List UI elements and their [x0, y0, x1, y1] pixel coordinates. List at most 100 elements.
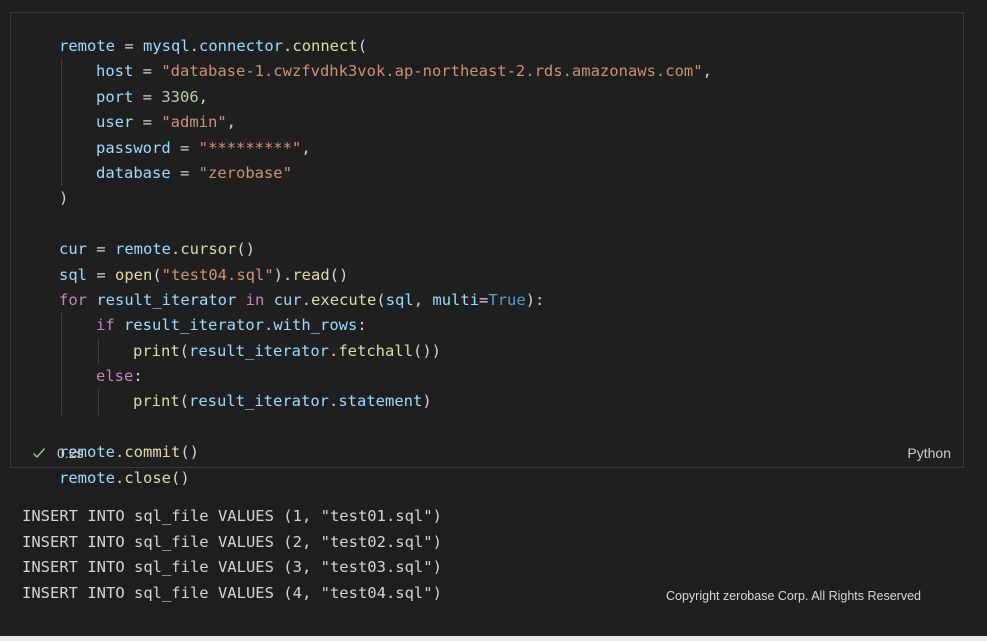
code-token: ):: [525, 290, 545, 309]
code-token: ,: [413, 290, 433, 309]
code-token: with_rows: [273, 316, 358, 335]
code-token: open: [115, 265, 153, 284]
code-token: password: [96, 138, 171, 157]
code-token: =: [133, 62, 162, 81]
indent-guide: [61, 389, 62, 415]
code-cell[interactable]: remote = mysql.connector.connect(host = …: [10, 12, 964, 487]
code-token: "database-1.cwzfvdhk3vok.ap-northeast-2.…: [161, 62, 703, 81]
code-line: remote.close(): [11, 466, 963, 491]
code-token: (: [376, 290, 386, 309]
code-token: =: [87, 240, 115, 259]
code-token: =: [479, 290, 489, 309]
code-token: host: [96, 62, 134, 81]
code-token: cur: [59, 240, 87, 259]
code-token: .: [115, 468, 125, 487]
code-token: ): [422, 392, 432, 411]
cell-status-bar: 0.2s Python: [11, 439, 963, 467]
indent-guide: [61, 313, 62, 339]
language-label[interactable]: Python: [907, 445, 951, 461]
check-icon: [31, 445, 47, 461]
code-editor[interactable]: remote = mysql.connector.connect(host = …: [11, 34, 963, 491]
code-token: .: [329, 341, 339, 360]
code-token: =: [170, 163, 199, 182]
code-token: remote: [59, 37, 115, 55]
code-token: connector: [199, 37, 284, 55]
code-token: for: [59, 290, 87, 309]
code-token: =: [115, 37, 143, 55]
code-token: ): [59, 189, 69, 208]
code-line: for result_iterator in cur.execute(sql, …: [11, 288, 963, 313]
code-token: ,: [301, 138, 311, 157]
code-text: remote.close(): [59, 466, 190, 491]
code-token: execute: [311, 290, 377, 309]
code-token: (: [357, 37, 368, 55]
code-token: connect: [292, 37, 358, 55]
output-line: INSERT INTO sql_file VALUES (3, "test03.…: [22, 558, 442, 577]
code-token: .: [301, 290, 312, 309]
cell-output: INSERT INTO sql_file VALUES (1, "test01.…: [22, 504, 442, 606]
code-line: database = "zerobase": [11, 160, 963, 187]
indent-guide: [98, 338, 99, 365]
code-token: "admin": [161, 113, 227, 132]
code-text: sql = open("test04.sql").read(): [59, 263, 348, 288]
code-token: =: [133, 87, 162, 106]
code-token: :: [133, 367, 143, 386]
bottom-strip: [0, 636, 987, 641]
code-token: =: [133, 113, 162, 132]
code-token: ,: [226, 113, 236, 132]
output-line: INSERT INTO sql_file VALUES (2, "test02.…: [22, 532, 442, 551]
code-token: (): [236, 240, 256, 259]
code-line: else:: [11, 364, 963, 390]
code-token: sql: [59, 265, 87, 284]
code-token: print: [133, 392, 180, 411]
code-token: "zerobase": [198, 163, 292, 182]
code-token: (): [329, 265, 349, 284]
code-text: ): [59, 186, 68, 211]
code-token: ()): [413, 341, 441, 360]
code-token: .: [283, 37, 293, 55]
code-token: print: [133, 341, 180, 360]
code-token: ,: [198, 87, 208, 106]
output-line: INSERT INTO sql_file VALUES (4, "test04.…: [22, 583, 442, 602]
code-token: .: [189, 37, 200, 55]
code-token: port: [96, 87, 134, 106]
code-token: statement: [338, 392, 423, 411]
code-line: print(result_iterator.statement): [11, 389, 963, 415]
code-token: fetchall: [338, 341, 413, 360]
code-text: user = "admin",: [96, 110, 236, 135]
code-token: ,: [702, 62, 712, 81]
code-text: database = "zerobase": [96, 161, 292, 186]
code-token: cursor: [180, 240, 237, 259]
code-token: .: [329, 392, 339, 411]
code-token: :: [357, 316, 367, 335]
execution-time: 0.2s: [57, 445, 84, 461]
code-line: port = 3306,: [11, 84, 963, 111]
code-line: cur = remote.cursor(): [11, 237, 963, 262]
code-token: True: [488, 290, 526, 309]
code-text: else:: [96, 364, 143, 389]
code-token: remote: [115, 240, 171, 259]
code-token: result_iterator: [124, 316, 264, 335]
code-token: .: [264, 316, 274, 335]
code-token: multi: [432, 290, 480, 309]
code-token: result_iterator: [189, 392, 329, 411]
code-token: "*********": [198, 138, 302, 157]
code-token: =: [170, 138, 199, 157]
code-text: for result_iterator in cur.execute(sql, …: [59, 288, 544, 313]
code-line: print(result_iterator.fetchall()): [11, 338, 963, 365]
indent-guide: [61, 160, 62, 187]
copyright-watermark: Copyright zerobase Corp. All Rights Rese…: [666, 589, 921, 603]
code-text: print(result_iterator.fetchall()): [133, 339, 441, 364]
code-token: remote: [59, 468, 115, 487]
code-line: host = "database-1.cwzfvdhk3vok.ap-north…: [11, 59, 963, 85]
output-line: INSERT INTO sql_file VALUES (1, "test01.…: [22, 507, 442, 525]
code-token: =: [87, 265, 115, 284]
code-text: port = 3306,: [96, 85, 208, 110]
indent-guide: [61, 84, 62, 111]
